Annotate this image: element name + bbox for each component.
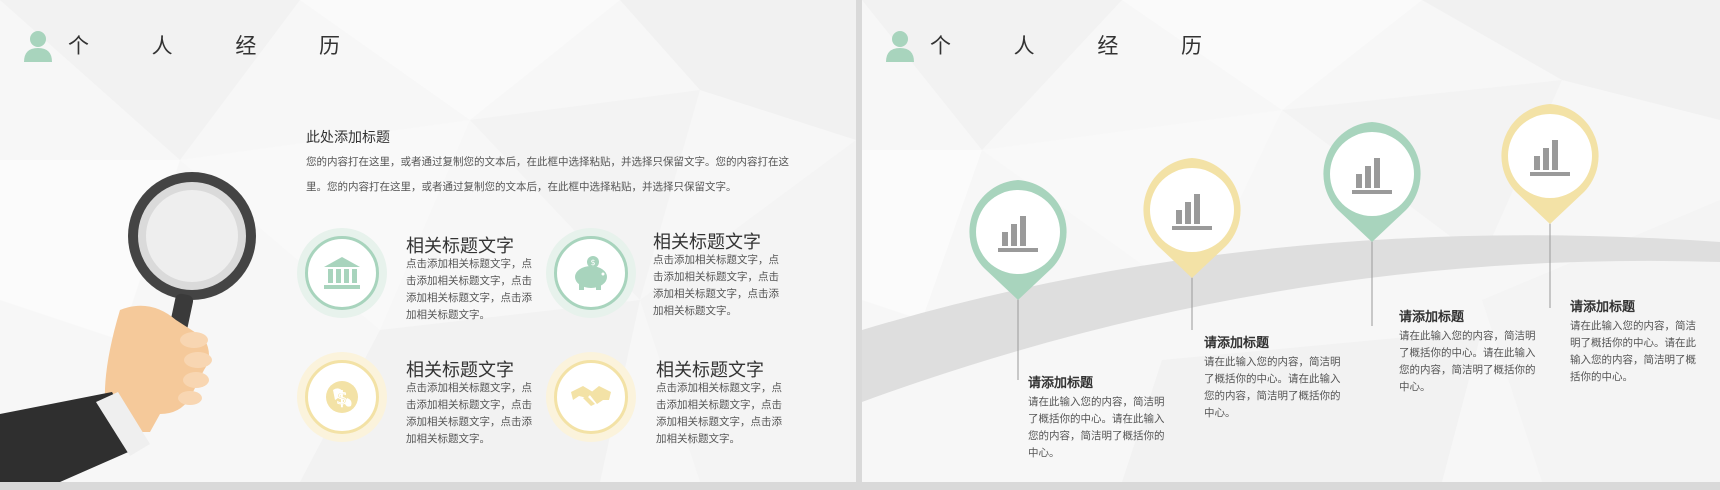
header: 个 人 经 历 [884, 26, 1230, 64]
milestone-3-desc: 请在此输入您的内容，简洁明了概括你的中心。请在此输入您的内容，简洁明了概括你的中… [1399, 330, 1536, 393]
feature-2-badge: $ [546, 228, 636, 318]
milestone-1-desc: 请在此输入您的内容，简洁明了概括你的中心。请在此输入您的内容，简洁明了概括你的中… [1028, 396, 1165, 459]
milestone-4-title: 请添加标题 [1570, 300, 1636, 315]
milestone-2-desc: 请在此输入您的内容，简洁明了概括你的中心。请在此输入您的内容，简洁明了概括你的中… [1204, 356, 1341, 419]
intro-body: 您的内容打在这里，或者通过复制您的文本后，在此框中选择粘贴，并选择只保留文字。您… [306, 156, 789, 193]
feature-2-title: 相关标题文字 [653, 232, 761, 253]
svg-text:$: $ [336, 388, 347, 409]
page-title: 个 人 经 历 [930, 34, 1231, 58]
milestone-1-pin [969, 180, 1067, 380]
intro-title: 此处添加标题 [306, 130, 390, 146]
slide-personal-experience-1: 个 人 经 历 此处添加标题 您的内容打在这里，或者通过复制您的文本后，在此框中… [0, 0, 856, 482]
page-title: 个 人 经 历 [68, 34, 369, 58]
person-icon [886, 31, 914, 62]
person-icon [24, 31, 52, 62]
svg-text:$: $ [590, 258, 595, 267]
milestone-3-pin [1323, 122, 1421, 326]
milestone-1-title: 请添加标题 [1028, 376, 1094, 391]
feature-3-badge: $ [297, 352, 387, 442]
globe-dollar-icon: $ [326, 381, 358, 413]
feature-4-badge [546, 352, 636, 442]
milestone-2-title: 请添加标题 [1204, 336, 1270, 351]
feature-1-badge [297, 228, 387, 318]
feature-3-title: 相关标题文字 [406, 360, 514, 381]
milestone-2-pin [1143, 158, 1241, 330]
handshake-icon [571, 386, 611, 406]
piggy-bank-icon: $ [575, 256, 607, 290]
feature-2-desc: 点击添加相关标题文字，点击添加相关标题文字，点击添加相关标题文字，点击添加相关标… [653, 254, 779, 317]
bank-icon [324, 257, 360, 289]
feature-1-title: 相关标题文字 [406, 236, 514, 257]
header: 个 人 经 历 [22, 26, 368, 64]
milestone-3-title: 请添加标题 [1399, 310, 1465, 325]
milestone-4-desc: 请在此输入您的内容，简洁明了概括你的中心。请在此输入您的内容，简洁明了概括你的中… [1570, 320, 1696, 383]
milestone-4-pin [1501, 104, 1599, 308]
feature-4-title: 相关标题文字 [656, 360, 764, 381]
feature-3-desc: 点击添加相关标题文字，点击添加相关标题文字，点击添加相关标题文字，点击添加相关标… [406, 382, 532, 445]
slide-personal-experience-2: 个 人 经 历 请添加标题 请在此输入您的内容，简洁明了概括你的中心。请在此输入… [862, 0, 1720, 482]
feature-1-desc: 点击添加相关标题文字，点击添加相关标题文字，点击添加相关标题文字，点击添加相关标… [406, 258, 532, 321]
feature-4-desc: 点击添加相关标题文字，点击添加相关标题文字，点击添加相关标题文字，点击添加相关标… [656, 382, 782, 445]
magnifier-hand-illustration [0, 172, 256, 482]
